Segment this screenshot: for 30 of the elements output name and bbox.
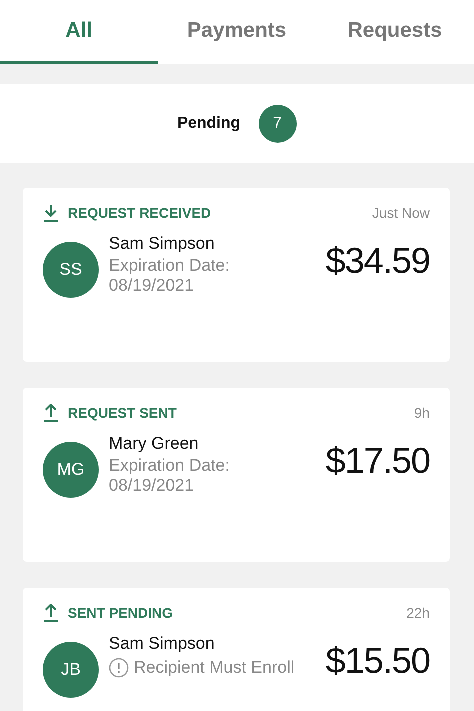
pending-label: Pending [177,114,241,132]
transaction-card[interactable]: SENT PENDING 22h JB Sam Simpson Recipient Must Enroll $15.50 [23,588,450,711]
time-label: 9h [414,405,430,421]
contact-name: Sam Simpson [109,634,216,654]
status-label: SENT PENDING [68,605,174,621]
avatar: MG [43,442,99,498]
enroll-notice: Recipient Must Enroll [134,658,295,678]
tab[interactable]: All [0,0,158,64]
contact-name: Sam Simpson [109,234,216,254]
contact-name: Mary Green [109,434,200,454]
alert-icon [109,658,129,678]
count-badge: 7 [258,104,297,142]
transaction-card[interactable]: REQUEST RECEIVED Just Now SS Sam Simpson Expiration Date: 08/19/2021 $34.59 [23,188,450,362]
amount: $17.50 [326,440,430,482]
expiration-date: Expiration Date: 08/19/2021 [109,456,231,496]
tab[interactable]: Requests [316,0,474,64]
amount: $34.59 [326,240,430,282]
upload-icon [43,404,59,422]
avatar: JB [43,642,99,698]
status-label: REQUEST RECEIVED [68,205,212,221]
expiration-date: Expiration Date: 08/19/2021 [109,256,231,296]
amount: $15.50 [326,640,430,682]
upload-icon [43,604,59,622]
avatar: SS [43,242,99,298]
time-label: Just Now [372,205,430,221]
time-label: 22h [406,605,430,621]
download-icon [43,204,59,222]
transaction-card[interactable]: REQUEST SENT 9h MG Mary Green Expiration Date: 08/19/2021 $17.50 [23,388,450,562]
status-label: REQUEST SENT [68,405,178,421]
tab[interactable]: Payments [158,0,316,64]
